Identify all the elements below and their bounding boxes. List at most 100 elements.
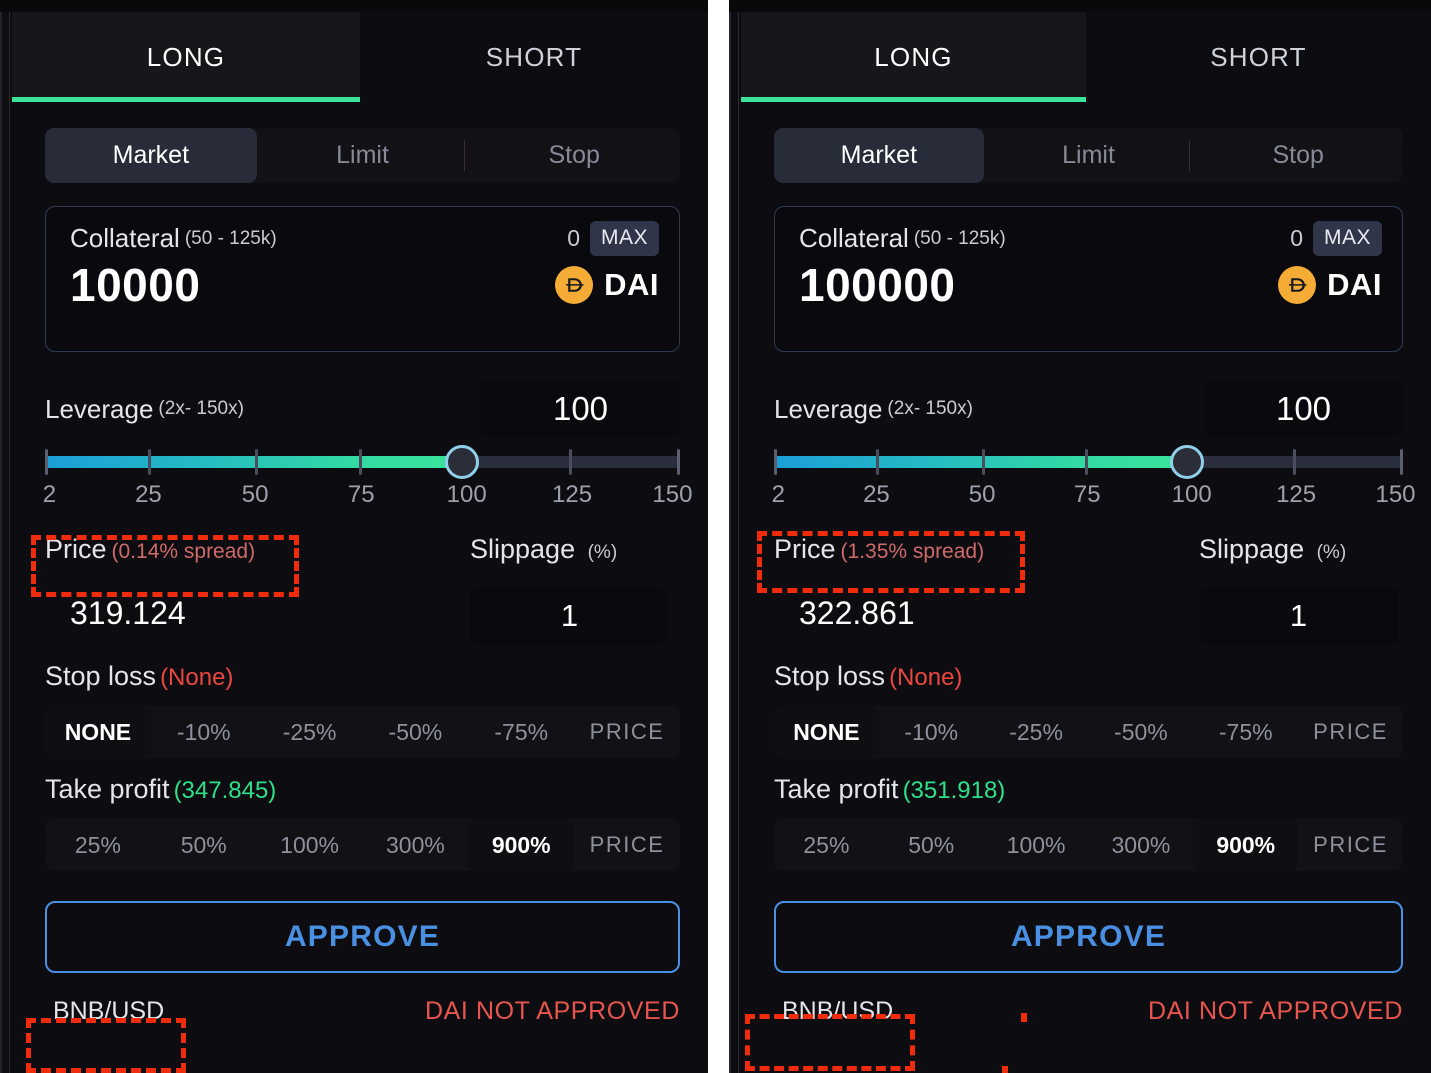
collateral-balance: 0 (567, 225, 580, 251)
slippage-label-right: Slippage (1199, 534, 1305, 564)
take-profit-value-right: (351.918) (902, 777, 1006, 804)
take-profit-option-25[interactable]: 25% (45, 819, 151, 871)
scale-label-1-right: 25 (863, 481, 890, 508)
stop-loss-option-50-right[interactable]: -50% (1088, 706, 1193, 758)
order-type-limit-right[interactable]: Limit (984, 128, 1194, 183)
take-profit-option-900[interactable]: 900% (468, 819, 575, 871)
stop-loss-option-75-right[interactable]: -75% (1193, 706, 1298, 758)
order-type-selector-right: Market Limit Stop (774, 128, 1403, 183)
stop-loss-option-none[interactable]: NONE (45, 706, 151, 758)
stop-loss-option-none-right[interactable]: NONE (774, 706, 879, 758)
slippage-unit: (%) (587, 542, 618, 563)
panel-inner-rule (9, 12, 10, 1073)
scale-label-5: 125 (552, 481, 593, 508)
approval-status-right: DAI NOT APPROVED (1147, 997, 1403, 1025)
take-profit-option-300-right[interactable]: 300% (1088, 819, 1193, 871)
stop-loss-options-right: NONE -10% -25% -50% -75% PRICE (774, 706, 1403, 758)
leverage-scale: 2 25 50 75 100 125 150 (43, 481, 693, 511)
slider-tick-2 (45, 449, 48, 475)
take-profit-option-100[interactable]: 100% (257, 819, 363, 871)
take-profit-option-price[interactable]: PRICE (574, 819, 680, 871)
stop-loss-option-10[interactable]: -10% (151, 706, 257, 758)
direction-tabs-right: LONG SHORT (741, 12, 1431, 102)
price-slippage-row-right: Price (1.35% spread) 322.861 Slippage (%)… (774, 527, 1403, 645)
token-selector[interactable]: DAI (555, 266, 659, 304)
stop-loss-value-right: (None) (889, 664, 963, 691)
stop-loss-label: Stop loss (45, 661, 157, 691)
price-value: 319.124 (70, 595, 186, 631)
slider-tick-25 (147, 449, 151, 475)
collateral-label-right: Collateral (799, 223, 909, 253)
price-spread-right: (1.35% spread) (840, 540, 985, 563)
stop-loss-option-75[interactable]: -75% (468, 706, 574, 758)
slippage-input[interactable]: 1 (470, 587, 669, 645)
order-type-market-right[interactable]: Market (774, 128, 984, 183)
annotation-dot-upper (1021, 1013, 1027, 1022)
order-type-market[interactable]: Market (45, 128, 257, 183)
max-button-right[interactable]: MAX (1312, 221, 1382, 256)
slider-thumb[interactable] (445, 445, 480, 479)
take-profit-option-50[interactable]: 50% (151, 819, 257, 871)
stop-loss-option-10-right[interactable]: -10% (879, 706, 984, 758)
stop-loss-option-50[interactable]: -50% (362, 706, 468, 758)
tab-long-right[interactable]: LONG (741, 12, 1086, 102)
stop-loss-option-25[interactable]: -25% (257, 706, 363, 758)
order-type-limit[interactable]: Limit (257, 128, 469, 183)
max-button[interactable]: MAX (589, 221, 659, 256)
token-name: DAI (604, 267, 659, 302)
stop-loss-label-right: Stop loss (774, 661, 886, 691)
take-profit-option-price-right[interactable]: PRICE (1298, 819, 1403, 871)
slider-tick-75-right (1085, 449, 1089, 475)
tab-short-right[interactable]: SHORT (1086, 12, 1431, 102)
slippage-input-right[interactable]: 1 (1199, 587, 1398, 645)
tab-long[interactable]: LONG (12, 12, 360, 102)
slippage-label: Slippage (470, 534, 576, 564)
collateral-card[interactable]: Collateral (50 - 125k) 0 MAX 10000 DAI (45, 206, 680, 352)
stop-loss-option-price-right[interactable]: PRICE (1298, 706, 1403, 758)
stop-loss-option-price[interactable]: PRICE (574, 706, 680, 758)
leverage-slider-right[interactable] (774, 445, 1403, 479)
stop-loss-header-right: Stop loss (None) (774, 661, 1403, 692)
collateral-amount-input[interactable]: 10000 (70, 258, 200, 312)
tab-short-label-right: SHORT (1210, 41, 1307, 72)
annotation-dot-lower (1002, 1066, 1008, 1073)
active-tab-underline (12, 97, 360, 102)
slider-tick-75 (359, 449, 363, 475)
trading-pair[interactable]: BNB/USD (45, 995, 172, 1028)
take-profit-option-100-right[interactable]: 100% (984, 819, 1089, 871)
collateral-card-right[interactable]: Collateral (50 - 125k) 0 MAX 100000 DAI (774, 206, 1403, 352)
window-top-strip (0, 0, 708, 12)
panel-inner-rule-right (738, 12, 739, 1073)
take-profit-option-900-right[interactable]: 900% (1193, 819, 1299, 871)
leverage-row-right: Leverage (2x- 150x) 100 (774, 380, 1403, 438)
take-profit-label: Take profit (45, 774, 170, 804)
slider-tick-125-right (1292, 449, 1296, 475)
scale-label-2: 50 (241, 481, 269, 508)
scale-label-6-right: 150 (1375, 481, 1416, 508)
trading-pair-right[interactable]: BNB/USD (774, 995, 901, 1028)
dai-coin-icon-right (1278, 266, 1317, 304)
take-profit-option-300[interactable]: 300% (362, 819, 468, 871)
stop-loss-option-25-right[interactable]: -25% (984, 706, 1089, 758)
leverage-input[interactable]: 100 (481, 380, 680, 438)
collateral-amount-input-right[interactable]: 100000 (799, 258, 956, 312)
leverage-slider[interactable] (45, 445, 680, 479)
token-selector-right[interactable]: DAI (1278, 266, 1382, 304)
price-spread: (0.14% spread) (111, 540, 256, 563)
approve-button-right[interactable]: APPROVE (774, 901, 1403, 973)
slider-thumb-right[interactable] (1170, 445, 1205, 479)
take-profit-option-50-right[interactable]: 50% (879, 819, 984, 871)
take-profit-option-25-right[interactable]: 25% (774, 819, 879, 871)
scale-label-5-right: 125 (1276, 481, 1317, 508)
approve-button[interactable]: APPROVE (45, 901, 680, 973)
tab-short[interactable]: SHORT (360, 12, 708, 102)
slippage-unit-right: (%) (1316, 542, 1347, 563)
slider-tick-2-right (774, 449, 777, 475)
price-slippage-row: Price (0.14% spread) 319.124 Slippage (%)… (45, 527, 680, 645)
dai-coin-icon (555, 266, 594, 304)
approval-status: DAI NOT APPROVED (424, 997, 680, 1025)
order-type-stop-right[interactable]: Stop (1193, 128, 1403, 183)
collateral-range-right: (50 - 125k) (913, 227, 1006, 249)
leverage-input-right[interactable]: 100 (1204, 380, 1403, 438)
order-type-stop[interactable]: Stop (468, 128, 680, 183)
